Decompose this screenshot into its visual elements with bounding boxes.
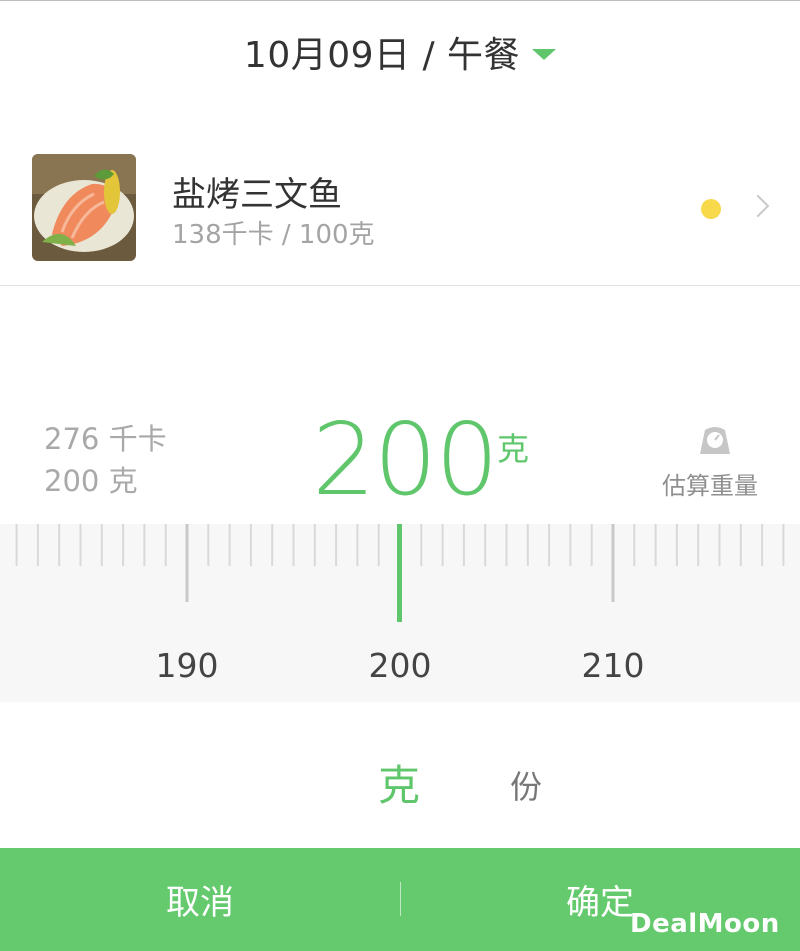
food-calorie-info: 138千卡 / 100克 [172,220,375,250]
status-dot [701,199,721,219]
cancel-button[interactable]: 取消 [0,848,400,951]
ruler-indicator [397,524,402,622]
unit-portion-tab[interactable]: 份 [510,762,542,808]
calorie-total: 276 千卡 [44,422,167,456]
weight-total: 200 克 [44,464,138,498]
food-photo [32,154,136,261]
chevron-right-icon[interactable] [746,194,770,218]
unit-gram-tab[interactable]: 克 [378,752,420,813]
selected-weight-unit: 克 [497,430,530,468]
scale-icon[interactable] [697,424,733,456]
ruler-label-190: 190 [155,646,219,685]
food-name: 盐烤三文鱼 [172,175,342,215]
food-row[interactable]: 盐烤三文鱼 138千卡 / 100克 [0,130,800,285]
action-divider [400,882,401,916]
estimate-weight-button[interactable]: 估算重量 [662,466,758,501]
meal-title: 10月09日 / 午餐 [243,35,521,76]
selected-weight-value: 200 [312,401,499,518]
top-border [0,0,800,1]
ruler-label-210: 210 [581,646,645,685]
watermark: DealMoon [630,909,780,939]
intake-summary: 276 千卡 200 克 [44,418,167,502]
ruler-label-200: 200 [368,646,432,685]
caret-down-icon[interactable] [532,48,557,60]
meal-selector[interactable]: 10月09日 / 午餐 [0,22,800,82]
divider [0,285,800,286]
